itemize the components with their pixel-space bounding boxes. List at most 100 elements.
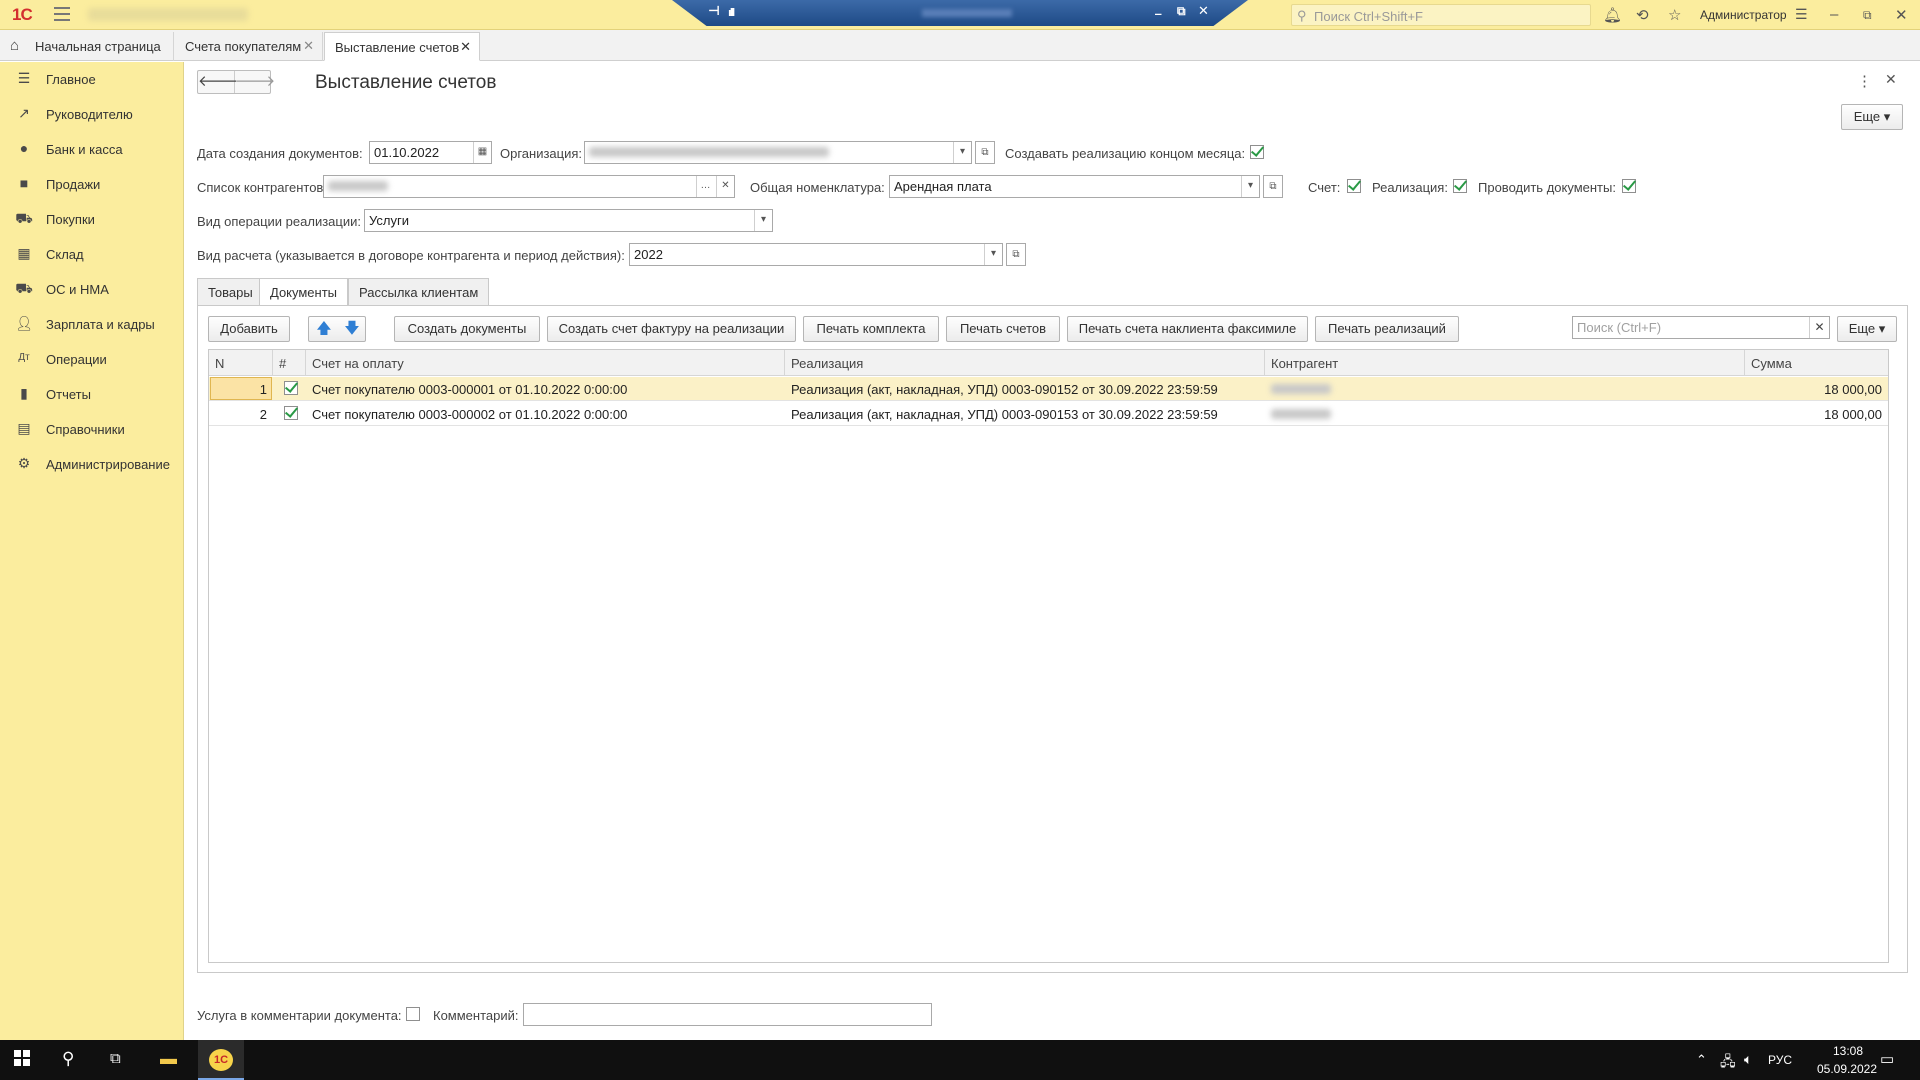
sidebar-item-admin[interactable]: ⚙ Администрирование <box>0 447 184 482</box>
main-menu-icon[interactable] <box>54 7 70 21</box>
notifications-icon[interactable]: ▭ <box>1880 1050 1894 1068</box>
tab-goods[interactable]: Товары <box>197 278 264 306</box>
sidebar-item-operations[interactable]: Дт Операции <box>0 342 184 377</box>
table-row[interactable]: 1 Счет покупателю 0003-000001 от 01.10.2… <box>209 377 1888 401</box>
file-explorer-icon[interactable]: ▬ <box>160 1049 177 1069</box>
column-header-amount[interactable]: Сумма <box>1745 350 1888 376</box>
column-header-counterparty[interactable]: Контрагент <box>1265 350 1745 376</box>
calendar-icon[interactable]: ▦ <box>473 142 491 163</box>
dropdown-icon[interactable]: ▾ <box>1241 176 1259 197</box>
sale-checkbox[interactable] <box>1453 179 1467 193</box>
column-header-invoice[interactable]: Счет на оплату <box>306 350 785 376</box>
rdp-minimize-icon[interactable]: _ <box>1155 1 1162 16</box>
sale-cell[interactable]: Реализация (акт, накладная, УПД) 0003-09… <box>785 377 1265 401</box>
dropdown-icon[interactable]: ▾ <box>984 244 1002 265</box>
sidebar-item-fixed-assets[interactable]: ⛟ ОС и НМА <box>0 272 184 307</box>
sidebar-item-reports[interactable]: ▮ Отчеты <box>0 377 184 412</box>
bell-icon[interactable]: 🔔︎ <box>1603 6 1622 24</box>
close-icon[interactable]: ✕ <box>1885 71 1897 88</box>
organization-field[interactable]: ▾ <box>584 141 972 164</box>
doc-date-field[interactable]: 01.10.2022 ▦ <box>369 141 492 164</box>
counterparties-field[interactable]: … ✕ <box>323 175 735 198</box>
sidebar-item-bank[interactable]: ● Банк и касса <box>0 132 184 167</box>
restore-icon[interactable]: ⧉ <box>1863 8 1872 23</box>
row-checkbox[interactable] <box>284 381 298 395</box>
counterparty-cell[interactable] <box>1265 377 1745 401</box>
tab-invoicing[interactable]: Выставление счетов ✕ <box>324 32 480 61</box>
back-button[interactable]: 🡐 <box>198 71 238 93</box>
history-icon[interactable]: ⟲ <box>1636 6 1649 24</box>
close-icon[interactable]: ✕ <box>460 39 471 55</box>
invoice-checkbox[interactable] <box>1347 179 1361 193</box>
invoice-cell[interactable]: Счет покупателю 0003-000001 от 01.10.202… <box>306 377 785 401</box>
sidebar-item-manager[interactable]: ↗ Руководителю <box>0 97 184 132</box>
tab-customer-invoices[interactable]: Счета покупателям ✕ <box>175 32 323 61</box>
nomenclature-field[interactable]: Арендная плата ▾ <box>889 175 1260 198</box>
table-row[interactable]: 2 Счет покупателю 0003-000002 от 01.10.2… <box>209 402 1888 426</box>
tab-home[interactable]: ⌂ Начальная страница <box>0 32 174 61</box>
print-sales-button[interactable]: Печать реализаций <box>1315 316 1459 342</box>
counterparty-cell[interactable] <box>1265 402 1745 426</box>
create-docs-button[interactable]: Создать документы <box>394 316 540 342</box>
print-facsimile-button[interactable]: Печать счета наклиента факсимиле <box>1067 316 1308 342</box>
star-icon[interactable]: ☆ <box>1668 6 1681 24</box>
amount-cell[interactable]: 18 000,00 <box>1745 402 1888 426</box>
minimize-icon[interactable]: – <box>1830 6 1838 23</box>
post-docs-checkbox[interactable] <box>1622 179 1636 193</box>
rdp-close-icon[interactable]: ✕ <box>1198 4 1209 19</box>
select-icon[interactable]: … <box>696 176 714 197</box>
clear-icon[interactable]: ✕ <box>716 176 734 197</box>
pin-icon[interactable]: ⊣ <box>708 4 720 19</box>
list-search-input[interactable]: Поиск (Ctrl+F) ✕ <box>1572 316 1830 339</box>
dropdown-icon[interactable]: ▾ <box>953 142 971 163</box>
sale-cell[interactable]: Реализация (акт, накладная, УПД) 0003-09… <box>785 402 1265 426</box>
search-icon[interactable]: ⚲ <box>62 1049 74 1069</box>
close-icon[interactable]: ✕ <box>1895 6 1908 24</box>
input-language[interactable]: РУС <box>1768 1053 1792 1067</box>
tab-documents[interactable]: Документы <box>259 278 349 307</box>
volume-icon[interactable]: 🔈︎ <box>1744 1051 1752 1068</box>
sidebar-item-sales[interactable]: ■ Продажи <box>0 167 184 202</box>
move-up-icon[interactable]: 🡅 <box>310 319 338 339</box>
sidebar-item-warehouse[interactable]: ▦ Склад <box>0 237 184 272</box>
print-set-button[interactable]: Печать комплекта <box>803 316 939 342</box>
tab-mailing[interactable]: Рассылка клиентам <box>348 278 490 306</box>
more-button[interactable]: Еще ▾ <box>1841 104 1903 130</box>
sidebar-item-catalogs[interactable]: ▤ Справочники <box>0 412 184 447</box>
comment-field[interactable] <box>523 1003 932 1026</box>
dropdown-icon[interactable]: ▾ <box>754 210 772 231</box>
move-down-icon[interactable]: 🡇 <box>338 319 366 339</box>
windows-start-icon[interactable] <box>14 1050 30 1066</box>
open-nomenclature-icon[interactable]: ⧉ <box>1263 175 1283 198</box>
clock-date[interactable]: 05.09.2022 <box>1812 1062 1882 1076</box>
clear-icon[interactable]: ✕ <box>1809 317 1829 338</box>
sidebar-item-payroll[interactable]: 👤︎ Зарплата и кадры <box>0 307 184 342</box>
network-icon[interactable]: 🖧 <box>1720 1051 1736 1075</box>
task-view-icon[interactable]: ⧉ <box>110 1050 121 1067</box>
rdp-restore-icon[interactable]: ⧉ <box>1177 4 1186 19</box>
close-icon[interactable]: ✕ <box>303 38 314 54</box>
sidebar-item-main[interactable]: ☰ Главное <box>0 62 184 97</box>
print-invoices-button[interactable]: Печать счетов <box>946 316 1060 342</box>
settings-icon[interactable]: ☰ <box>1795 6 1808 23</box>
amount-cell[interactable]: 18 000,00 <box>1745 377 1888 401</box>
user-name[interactable]: Администратор <box>1700 8 1787 22</box>
add-button[interactable]: Добавить <box>208 316 290 342</box>
global-search-input[interactable]: ⚲ Поиск Ctrl+Shift+F <box>1291 4 1591 26</box>
sidebar-item-purchases[interactable]: ⛟ Покупки <box>0 202 184 237</box>
row-checkbox[interactable] <box>284 406 298 420</box>
more-button[interactable]: Еще ▾ <box>1837 316 1897 342</box>
kebab-menu-icon[interactable]: ⋮ <box>1857 72 1872 90</box>
1c-taskbar-button[interactable]: 1С <box>198 1040 244 1080</box>
column-header-flag[interactable]: # <box>273 350 306 376</box>
tray-chevron-icon[interactable]: ⌃ <box>1696 1052 1707 1068</box>
service-in-comment-checkbox[interactable] <box>406 1007 420 1021</box>
open-calc-type-icon[interactable]: ⧉ <box>1006 243 1026 266</box>
create-month-end-checkbox[interactable] <box>1250 145 1264 159</box>
open-organization-icon[interactable]: ⧉ <box>975 141 995 164</box>
forward-button[interactable]: 🡒 <box>235 71 275 93</box>
operation-field[interactable]: Услуги ▾ <box>364 209 773 232</box>
invoice-cell[interactable]: Счет покупателю 0003-000002 от 01.10.202… <box>306 402 785 426</box>
clock-time[interactable]: 13:08 <box>1818 1044 1878 1058</box>
column-header-n[interactable]: N <box>209 350 273 376</box>
